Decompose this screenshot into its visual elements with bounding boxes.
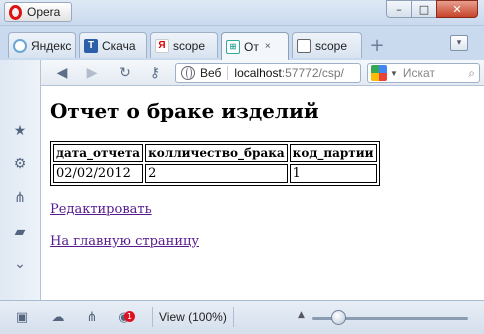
report-table: дата_отчета колличество_брака код_партии… bbox=[50, 141, 380, 186]
opera-menu-label: Opera bbox=[27, 5, 61, 19]
closed-tabs-trash-icon[interactable]: ▾ bbox=[450, 35, 468, 51]
title-bar: Opera – □ ✕ bbox=[0, 0, 484, 26]
table-row: 02/02/2012 2 1 bbox=[53, 164, 377, 183]
bookmarks-star-icon[interactable]: ★ bbox=[12, 123, 28, 139]
zoom-decrease-icon[interactable]: ▲ bbox=[298, 310, 305, 320]
unite-icon[interactable]: ⋔ bbox=[12, 190, 28, 206]
search-engine-dropdown-icon[interactable]: ▼ bbox=[390, 69, 398, 78]
notes-icon[interactable]: ▰ bbox=[12, 224, 28, 240]
tab-label: scope bbox=[173, 38, 206, 53]
search-placeholder: Искат bbox=[402, 66, 435, 80]
page-content: Отчет о браке изделий дата_отчета коллич… bbox=[41, 87, 484, 300]
back-arrow-icon[interactable]: ◀ bbox=[53, 65, 71, 81]
tab-label: От bbox=[244, 39, 259, 54]
home-page-link[interactable]: На главную страницу bbox=[50, 234, 484, 249]
report-page-icon: ⊞ bbox=[226, 39, 240, 54]
tab-scope-yandex[interactable]: Я scope bbox=[150, 32, 218, 58]
tab-label: scope bbox=[315, 38, 348, 53]
tab-close-icon[interactable]: × bbox=[265, 41, 271, 52]
cloud-sync-icon[interactable]: ☁ bbox=[50, 310, 66, 326]
zoom-slider-thumb[interactable] bbox=[331, 310, 346, 325]
column-header: код_партии bbox=[289, 144, 377, 162]
document-icon bbox=[297, 38, 311, 53]
url-path: :57772/csp/ bbox=[281, 66, 344, 80]
column-header: дата_отчета bbox=[53, 144, 144, 162]
window-controls: – □ ✕ bbox=[386, 0, 478, 18]
opera-logo-icon bbox=[9, 4, 22, 20]
unite-status-icon[interactable]: ⋔ bbox=[84, 310, 100, 326]
page-links: Редактировать На главную страницу bbox=[50, 202, 484, 249]
tab-download[interactable]: T Скача bbox=[79, 32, 147, 58]
tab-scope-doc[interactable]: scope bbox=[292, 32, 362, 58]
t-site-icon: T bbox=[84, 38, 98, 53]
table-cell: 02/02/2012 bbox=[53, 164, 144, 183]
search-field[interactable]: ▼ Искат ⌕ bbox=[367, 63, 480, 83]
globe-icon bbox=[181, 66, 195, 80]
column-header: колличество_брака bbox=[145, 144, 288, 162]
panel-toggle-icon[interactable]: ▣ bbox=[14, 310, 30, 326]
url-host: localhost bbox=[234, 66, 282, 80]
notification-badge: 1 bbox=[124, 311, 135, 322]
minimize-button[interactable]: – bbox=[386, 0, 412, 18]
tab-label: Яндекс bbox=[31, 38, 72, 53]
forward-arrow-icon[interactable]: ▶ bbox=[83, 65, 101, 81]
settings-gear-icon[interactable]: ⚙ bbox=[12, 156, 28, 172]
maximize-button[interactable]: □ bbox=[411, 0, 437, 18]
search-icon[interactable]: ⌕ bbox=[468, 66, 475, 81]
tab-bar: Яндекс T Скача Я scope ⊞ От × scope + ▾ bbox=[0, 26, 484, 60]
navigation-bar: ◀ ▶ ↻ ⚷ Веб localhost:57772/csp/ ▼ Искат… bbox=[41, 60, 484, 86]
google-logo-icon bbox=[371, 65, 387, 81]
view-zoom-label[interactable]: View (100%) bbox=[152, 307, 234, 327]
key-icon[interactable]: ⚷ bbox=[146, 65, 164, 81]
close-button[interactable]: ✕ bbox=[436, 0, 478, 18]
web-mode-label: Веб bbox=[200, 66, 229, 80]
status-bar: ▣ ☁ ⋔ ◉ 1 View (100%) ▲ bbox=[0, 300, 484, 334]
tab-label: Скача bbox=[102, 38, 136, 53]
table-cell: 2 bbox=[145, 164, 288, 183]
tab-yandex[interactable]: Яндекс bbox=[8, 32, 76, 58]
yandex-download-icon bbox=[13, 38, 27, 53]
table-cell: 1 bbox=[289, 164, 377, 183]
expand-panel-icon[interactable]: ⌄ bbox=[12, 256, 28, 272]
reload-icon[interactable]: ↻ bbox=[116, 65, 134, 81]
table-header-row: дата_отчета колличество_брака код_партии bbox=[53, 144, 377, 162]
yandex-icon: Я bbox=[155, 38, 169, 53]
left-sidebar: ★ ⚙ ⋔ ▰ ⌄ bbox=[0, 60, 41, 300]
edit-link[interactable]: Редактировать bbox=[50, 202, 484, 217]
opera-menu-button[interactable]: Opera bbox=[4, 2, 72, 22]
page-title: Отчет о браке изделий bbox=[50, 99, 319, 123]
address-field[interactable]: Веб localhost:57772/csp/ bbox=[175, 63, 361, 83]
tab-report-active[interactable]: ⊞ От × bbox=[221, 32, 289, 60]
add-tab-button[interactable]: + bbox=[369, 37, 385, 55]
